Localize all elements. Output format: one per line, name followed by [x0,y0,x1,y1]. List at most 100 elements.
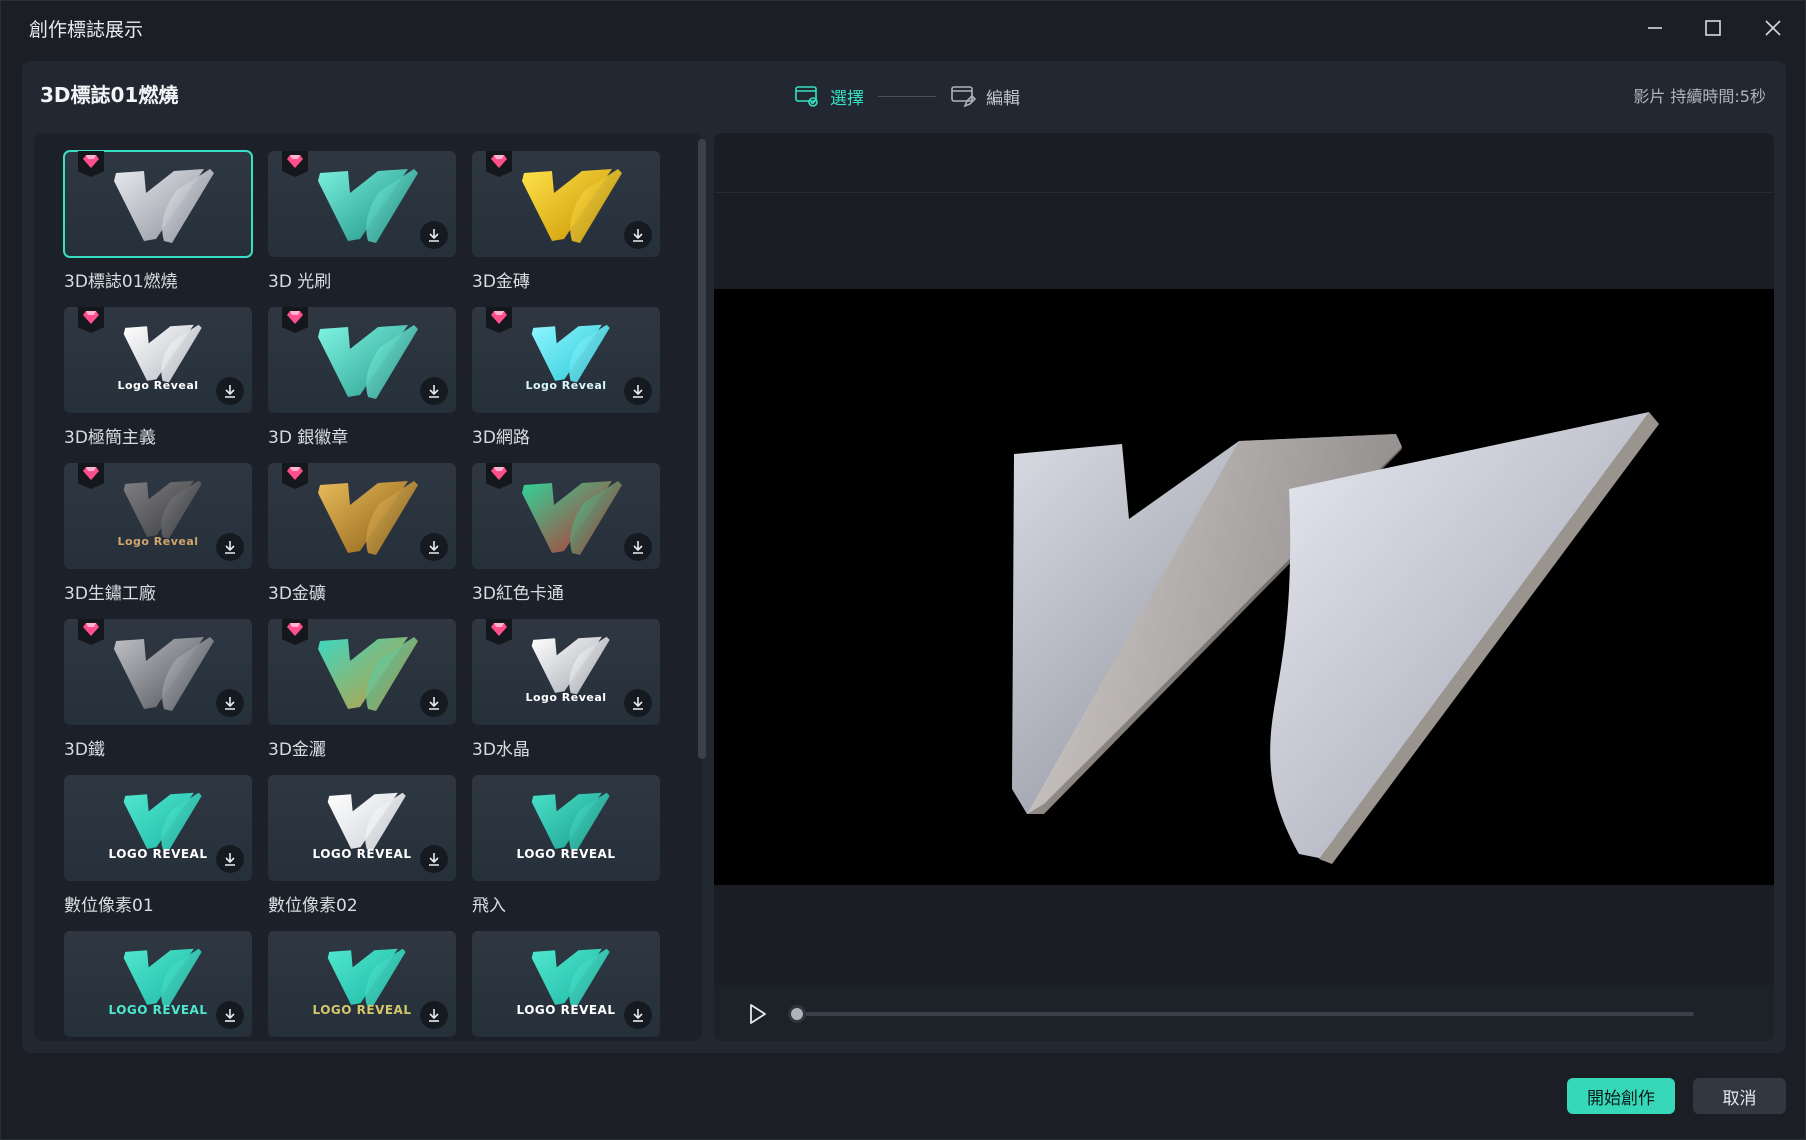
template-label: 3D標誌01燃燒 [64,272,178,292]
template-thumbnail[interactable]: LOGO REVEAL [64,931,252,1037]
download-button[interactable] [624,533,652,561]
gem-icon [287,467,303,480]
template-label: 3D 銀徽章 [268,428,349,448]
template-thumbnail[interactable]: Logo Reveal [64,463,252,569]
template-thumbnail[interactable] [268,307,456,413]
main-panel: 3D標誌01燃燒 選擇 編輯 影片 持續時間:5秒 3D標誌01燃燒 3D 光刷… [22,61,1786,1053]
step-select[interactable]: 選擇 [794,84,864,109]
step-divider [878,95,936,97]
download-button[interactable] [216,377,244,405]
template-thumbnail[interactable] [472,463,660,569]
preview-logo-image [1012,412,1659,864]
template-card[interactable]: Logo Reveal 3D網路 [472,307,660,448]
minimize-icon [1648,27,1662,29]
close-icon [1765,20,1781,36]
template-thumbnail[interactable] [472,151,660,257]
gem-icon [83,467,99,480]
download-icon [429,385,439,398]
template-thumbnail[interactable] [268,619,456,725]
download-button[interactable] [624,689,652,717]
template-label: 3D極簡主義 [64,428,156,448]
step-indicator: 選擇 編輯 [794,81,1020,111]
template-label: 3D金灑 [268,740,326,760]
download-button[interactable] [216,845,244,873]
template-label: 數位像素01 [64,896,154,916]
maximize-button[interactable] [1693,11,1733,45]
download-icon [633,385,643,398]
template-label: 3D網路 [472,428,530,448]
library-scrollbar[interactable] [698,139,706,759]
logo-reveal-dialog: 創作標誌展示 3D標誌01燃燒 選擇 編輯 影片 持續時間:5秒 3D標誌01燃… [0,0,1806,1140]
maximize-icon [1705,20,1721,36]
template-label: 3D金磚 [472,272,530,292]
playback-timeline[interactable] [788,1005,1694,1023]
template-card[interactable]: Logo Reveal 3D水晶 [472,619,660,760]
download-button[interactable] [216,1001,244,1029]
template-card[interactable]: 3D紅色卡通 [472,463,660,604]
template-thumbnail[interactable]: Logo Reveal [472,307,660,413]
template-thumbnail[interactable]: Logo Reveal [64,307,252,413]
template-thumbnail[interactable]: Logo Reveal [472,619,660,725]
template-card[interactable]: 3D 銀徽章 [268,307,456,448]
template-card[interactable]: 3D金磚 [472,151,660,292]
template-card[interactable]: Logo Reveal 3D極簡主義 [64,307,252,448]
player-controls [714,985,1774,1041]
template-card[interactable]: LOGO REVEAL [472,931,660,1041]
template-card[interactable]: LOGO REVEAL 數位像素02 [268,775,456,916]
download-button[interactable] [624,377,652,405]
download-icon [429,229,439,242]
step-edit[interactable]: 編輯 [950,84,1020,109]
gem-icon [491,467,507,480]
gem-icon [83,623,99,636]
template-thumbnail[interactable] [64,619,252,725]
start-create-button[interactable]: 開始創作 [1567,1078,1675,1114]
video-preview [714,289,1774,885]
template-card[interactable]: LOGO REVEAL [268,931,456,1041]
download-icon [225,541,235,554]
template-card[interactable]: LOGO REVEAL 飛入 [472,775,660,916]
download-button[interactable] [420,533,448,561]
template-card[interactable]: LOGO REVEAL [64,931,252,1041]
panel-header: 3D標誌01燃燒 選擇 編輯 影片 持續時間:5秒 [22,61,1786,131]
template-thumbnail[interactable]: LOGO REVEAL [472,775,660,881]
download-button[interactable] [216,689,244,717]
template-card[interactable]: 3D鐵 [64,619,252,760]
download-button[interactable] [624,1001,652,1029]
template-card[interactable]: 3D金礦 [268,463,456,604]
download-icon [429,853,439,866]
template-card[interactable]: Logo Reveal 3D生鏽工廠 [64,463,252,604]
play-button[interactable] [744,1001,770,1027]
download-button[interactable] [420,377,448,405]
template-thumbnail[interactable]: LOGO REVEAL [64,775,252,881]
template-thumbnail[interactable]: LOGO REVEAL [268,775,456,881]
logo-thumbnail-icon [531,792,610,851]
template-thumbnail[interactable]: LOGO REVEAL [268,931,456,1037]
download-icon [633,229,643,242]
cancel-button[interactable]: 取消 [1693,1078,1786,1114]
template-thumbnail[interactable] [268,463,456,569]
download-button[interactable] [420,845,448,873]
close-button[interactable] [1753,11,1793,45]
template-thumbnail[interactable]: LOGO REVEAL [472,931,660,1037]
template-card[interactable]: 3D金灑 [268,619,456,760]
edit-step-icon [951,86,976,108]
template-card[interactable]: 3D 光刷 [268,151,456,292]
preview-toolbar [714,133,1774,193]
template-card[interactable]: LOGO REVEAL 數位像素01 [64,775,252,916]
template-thumbnail[interactable] [268,151,456,257]
minimize-button[interactable] [1635,11,1675,45]
download-button[interactable] [420,1001,448,1029]
template-label: 3D生鏽工廠 [64,584,156,604]
template-card[interactable]: 3D標誌01燃燒 [63,150,253,292]
playhead-handle[interactable] [788,1005,806,1023]
download-button[interactable] [420,221,448,249]
download-button[interactable] [216,533,244,561]
gem-icon [287,623,303,636]
download-icon [429,697,439,710]
download-icon [633,697,643,710]
download-button[interactable] [420,689,448,717]
template-library[interactable]: 3D標誌01燃燒 3D 光刷 3D金磚 Logo Reveal 3D極簡主義 3D 銀徽章… [34,133,702,1041]
window-title: 創作標誌展示 [29,19,144,41]
template-thumbnail[interactable] [63,150,253,258]
download-button[interactable] [624,221,652,249]
